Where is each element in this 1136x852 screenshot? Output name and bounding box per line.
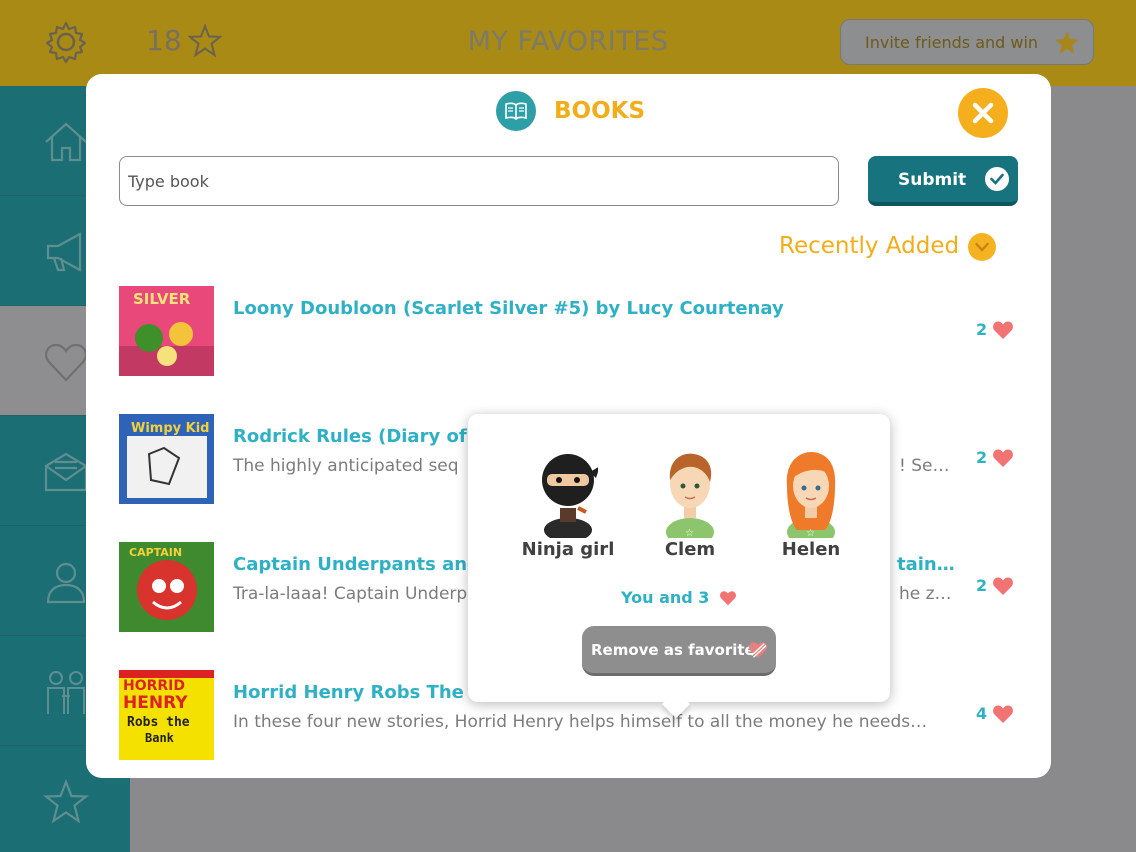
remove-favorite-label: Remove as favorite xyxy=(591,641,755,659)
invite-friends-button[interactable]: Invite friends and win xyxy=(840,19,1094,65)
heart-icon xyxy=(720,591,736,606)
like-count: 2 xyxy=(976,448,988,467)
book-cover: CAPTAIN xyxy=(119,542,214,632)
svg-text:HENRY: HENRY xyxy=(123,693,188,713)
like-summary-text: You and 3 xyxy=(621,588,710,607)
broken-heart-icon xyxy=(749,642,767,659)
book-icon xyxy=(505,102,527,121)
cover-text: Wimpy Kid xyxy=(131,421,209,436)
girl-avatar-icon: ☆ xyxy=(786,452,836,538)
favorites-popover: Ninja girl ☆ Clem ☆ Helen You and 3 Remo… xyxy=(468,414,890,719)
book-cover: SILVER xyxy=(119,286,214,376)
close-button[interactable] xyxy=(958,88,1008,138)
invite-label: Invite friends and win xyxy=(865,33,1039,52)
book-icon-badge xyxy=(496,91,536,131)
checkmark-icon xyxy=(985,167,1009,191)
friend-name: Helen xyxy=(781,539,841,560)
book-search-input[interactable] xyxy=(119,156,839,206)
svg-text:☆: ☆ xyxy=(806,528,815,538)
like-count: 4 xyxy=(976,704,988,723)
svg-text:Robs the: Robs the xyxy=(127,715,190,730)
svg-text:HORRID: HORRID xyxy=(123,678,185,694)
book-description-tail: ! Se… xyxy=(899,456,950,476)
book-title[interactable]: Loony Doubloon (Scarlet Silver #5) by Lu… xyxy=(233,298,943,319)
book-cover: HORRID HENRY Robs the Bank xyxy=(119,670,214,760)
like-summary: You and 3 xyxy=(468,588,890,607)
heart-icon xyxy=(45,343,87,382)
friend-avatar[interactable]: ☆ Helen xyxy=(751,450,871,570)
friend-name: Clem xyxy=(664,539,716,560)
submit-label: Submit xyxy=(898,170,967,190)
star-icon xyxy=(42,778,90,824)
like-count: 2 xyxy=(976,320,988,339)
sort-dropdown-label[interactable]: Recently Added xyxy=(779,233,959,259)
boy-avatar-icon: ☆ xyxy=(666,453,714,538)
heart-icon[interactable] xyxy=(992,576,1014,596)
home-icon xyxy=(45,122,87,162)
friend-avatar[interactable]: ☆ Clem xyxy=(630,450,750,570)
friends-icon xyxy=(47,671,85,714)
friend-name: Ninja girl xyxy=(521,539,615,560)
like-count: 2 xyxy=(976,576,988,595)
close-icon xyxy=(972,102,994,124)
megaphone-icon xyxy=(46,232,82,272)
friend-avatar[interactable]: Ninja girl xyxy=(508,450,628,570)
book-description-tail: he z… xyxy=(899,584,952,604)
book-description: In these four new stories, Horrid Henry … xyxy=(233,712,928,732)
star-icon xyxy=(1055,31,1079,54)
mail-icon xyxy=(44,452,88,492)
heart-icon[interactable] xyxy=(992,448,1014,468)
chevron-down-icon[interactable] xyxy=(968,233,996,261)
cover-text: CAPTAIN xyxy=(129,546,182,559)
ninja-avatar-icon xyxy=(542,454,598,538)
modal-title: BOOKS xyxy=(554,98,646,124)
book-cover: Wimpy Kid xyxy=(119,414,214,504)
book-row[interactable]: SILVER Loony Doubloon (Scarlet Silver #5… xyxy=(119,286,1019,378)
heart-icon[interactable] xyxy=(992,704,1014,724)
heart-icon[interactable] xyxy=(992,320,1014,340)
book-title-tail[interactable]: tain… xyxy=(897,554,955,575)
svg-text:Bank: Bank xyxy=(145,731,175,745)
profile-icon xyxy=(46,562,86,604)
remove-favorite-button[interactable]: Remove as favorite xyxy=(582,626,776,676)
svg-text:☆: ☆ xyxy=(685,528,694,538)
submit-button[interactable]: Submit xyxy=(868,156,1018,206)
cover-text: SILVER xyxy=(133,290,191,308)
